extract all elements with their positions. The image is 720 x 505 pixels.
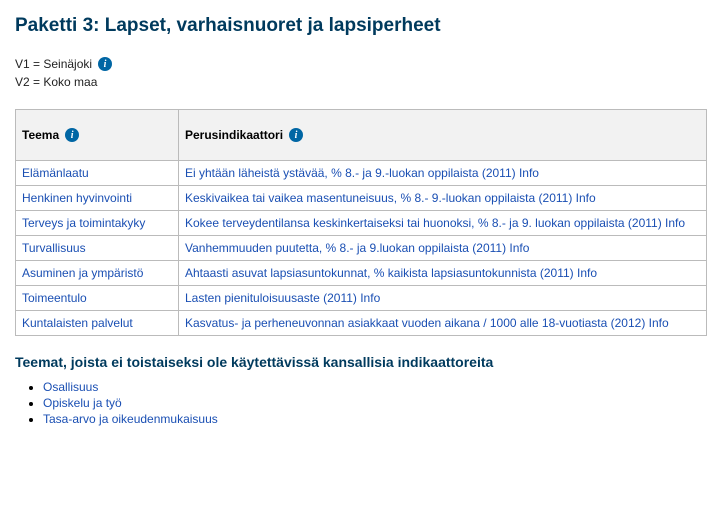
page-title: Paketti 3: Lapset, varhaisnuoret ja laps…: [15, 15, 705, 37]
info-icon[interactable]: i: [289, 128, 303, 142]
list-item: Osallisuus: [43, 380, 705, 394]
info-icon[interactable]: i: [65, 128, 79, 142]
teema-link[interactable]: Toimeentulo: [22, 291, 87, 305]
missing-list: Osallisuus Opiskelu ja työ Tasa-arvo ja …: [43, 380, 705, 426]
legend-v2-row: V2 = Koko maa: [15, 73, 705, 91]
indicator-link[interactable]: Vanhemmuuden puutetta, % 8.- ja 9.luokan…: [185, 241, 529, 255]
teema-link[interactable]: Asuminen ja ympäristö: [22, 266, 143, 280]
col-header-perusindikaattori: Perusindikaattori i: [179, 110, 707, 161]
table-row: Terveys ja toimintakyky Kokee terveydent…: [16, 211, 707, 236]
table-header-row: Teema i Perusindikaattori i: [16, 110, 707, 161]
col-header-teema: Teema i: [16, 110, 179, 161]
table-row: Elämänlaatu Ei yhtään läheistä ystävää, …: [16, 161, 707, 186]
col-header-teema-label: Teema: [22, 128, 59, 142]
teema-link[interactable]: Turvallisuus: [22, 241, 86, 255]
table-row: Toimeentulo Lasten pienituloisuusaste (2…: [16, 286, 707, 311]
indicator-link[interactable]: Ei yhtään läheistä ystävää, % 8.- ja 9.-…: [185, 166, 539, 180]
table-row: Turvallisuus Vanhemmuuden puutetta, % 8.…: [16, 236, 707, 261]
indicator-link[interactable]: Keskivaikea tai vaikea masentuneisuus, %…: [185, 191, 596, 205]
indicator-link[interactable]: Ahtaasti asuvat lapsiasuntokunnat, % kai…: [185, 266, 597, 280]
legend-v1-text: V1 = Seinäjoki: [15, 55, 92, 73]
legend-block: V1 = Seinäjoki i V2 = Koko maa: [15, 55, 705, 91]
missing-link[interactable]: Tasa-arvo ja oikeudenmukaisuus: [43, 412, 218, 426]
missing-link[interactable]: Opiskelu ja työ: [43, 396, 122, 410]
teema-link[interactable]: Elämänlaatu: [22, 166, 89, 180]
indicator-link[interactable]: Kokee terveydentilansa keskinkertaiseksi…: [185, 216, 685, 230]
teema-link[interactable]: Kuntalaisten palvelut: [22, 316, 133, 330]
missing-link[interactable]: Osallisuus: [43, 380, 98, 394]
legend-v1-row: V1 = Seinäjoki i: [15, 55, 705, 73]
info-icon[interactable]: i: [98, 57, 112, 71]
teema-link[interactable]: Terveys ja toimintakyky: [22, 216, 145, 230]
table-row: Asuminen ja ympäristö Ahtaasti asuvat la…: [16, 261, 707, 286]
legend-v2-text: V2 = Koko maa: [15, 73, 97, 91]
list-item: Opiskelu ja työ: [43, 396, 705, 410]
table-row: Henkinen hyvinvointi Keskivaikea tai vai…: [16, 186, 707, 211]
indicator-link[interactable]: Kasvatus- ja perheneuvonnan asiakkaat vu…: [185, 316, 669, 330]
indicator-table: Teema i Perusindikaattori i Elämänlaatu …: [15, 109, 707, 336]
missing-heading: Teemat, joista ei toistaiseksi ole käyte…: [15, 354, 705, 370]
indicator-link[interactable]: Lasten pienituloisuusaste (2011) Info: [185, 291, 380, 305]
col-header-perusindikaattori-label: Perusindikaattori: [185, 128, 283, 142]
list-item: Tasa-arvo ja oikeudenmukaisuus: [43, 412, 705, 426]
teema-link[interactable]: Henkinen hyvinvointi: [22, 191, 132, 205]
table-row: Kuntalaisten palvelut Kasvatus- ja perhe…: [16, 311, 707, 336]
